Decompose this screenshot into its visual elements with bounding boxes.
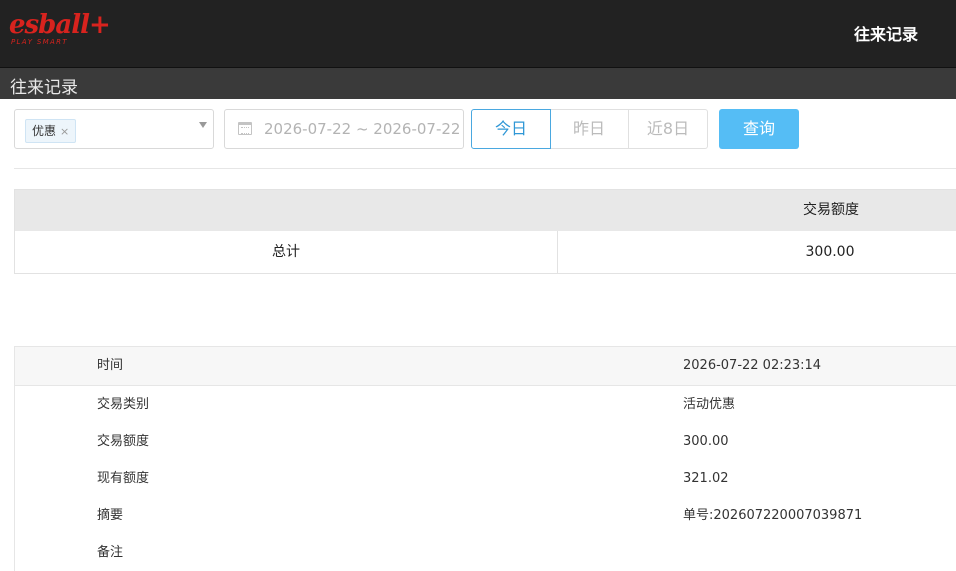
detail-value: 321.02 bbox=[683, 471, 729, 486]
filter-bar: 优惠 × 2026-07-22 ~ 2026-07-22 今日 昨日 近8日 查询 bbox=[0, 109, 956, 149]
detail-label: 现有额度 bbox=[97, 471, 150, 486]
type-tag-label: 优惠 bbox=[32, 124, 57, 138]
detail-value: 活动优惠 bbox=[683, 397, 736, 412]
detail-row-summary: 摘要 单号:202607220007039871 bbox=[15, 497, 956, 534]
today-button[interactable]: 今日 bbox=[471, 109, 551, 149]
detail-label: 交易类别 bbox=[97, 397, 150, 412]
type-tag: 优惠 × bbox=[25, 119, 77, 143]
last-8-days-button[interactable]: 近8日 bbox=[629, 109, 708, 149]
detail-table: 时间 2026-07-22 02:23:14 交易类别 活动优惠 交易额度 30… bbox=[14, 346, 956, 571]
logo-tagline: PLAY SMART bbox=[11, 38, 68, 46]
date-range-input[interactable]: 2026-07-22 ~ 2026-07-22 bbox=[224, 109, 464, 149]
summary-total-label: 总计 bbox=[15, 231, 558, 273]
esball-logo[interactable]: esball+ PLAY SMART bbox=[9, 11, 111, 51]
summary-table: 交易额度 总计 300.00 bbox=[14, 189, 956, 274]
detail-value: 单号:202607220007039871 bbox=[683, 508, 863, 523]
calendar-icon bbox=[238, 122, 252, 135]
caret-down-icon[interactable] bbox=[199, 122, 207, 128]
summary-header-row: 交易额度 bbox=[15, 190, 956, 231]
summary-total-row: 总计 300.00 bbox=[15, 231, 956, 273]
header-title: 往来记录 bbox=[853, 25, 918, 44]
detail-row-remark: 备注 bbox=[15, 534, 956, 571]
summary-total-amount: 300.00 bbox=[805, 244, 855, 260]
date-range-text: 2026-07-22 ~ 2026-07-22 bbox=[264, 120, 461, 138]
top-bar: esball+ PLAY SMART 往来记录 bbox=[0, 0, 956, 68]
detail-row-type: 交易类别 活动优惠 bbox=[15, 386, 956, 423]
yesterday-button[interactable]: 昨日 bbox=[550, 109, 629, 149]
detail-row-amount: 交易额度 300.00 bbox=[15, 423, 956, 460]
detail-row-time: 时间 2026-07-22 02:23:14 bbox=[15, 347, 956, 386]
detail-value: 2026-07-22 02:23:14 bbox=[683, 358, 822, 373]
page-title-bar: 往来记录 bbox=[0, 68, 956, 99]
divider bbox=[14, 168, 956, 169]
tag-close-icon[interactable]: × bbox=[60, 125, 69, 138]
logo-text: esball+ bbox=[9, 10, 111, 40]
detail-row-balance: 现有额度 321.02 bbox=[15, 460, 956, 497]
detail-label: 时间 bbox=[97, 358, 124, 373]
page-title: 往来记录 bbox=[10, 78, 78, 98]
detail-label: 摘要 bbox=[97, 508, 124, 523]
summary-header-amount: 交易额度 bbox=[803, 202, 859, 218]
detail-label: 备注 bbox=[97, 545, 124, 560]
query-button[interactable]: 查询 bbox=[719, 109, 799, 149]
detail-label: 交易额度 bbox=[97, 434, 150, 449]
transaction-type-select[interactable]: 优惠 × bbox=[14, 109, 214, 149]
detail-value: 300.00 bbox=[683, 434, 729, 449]
